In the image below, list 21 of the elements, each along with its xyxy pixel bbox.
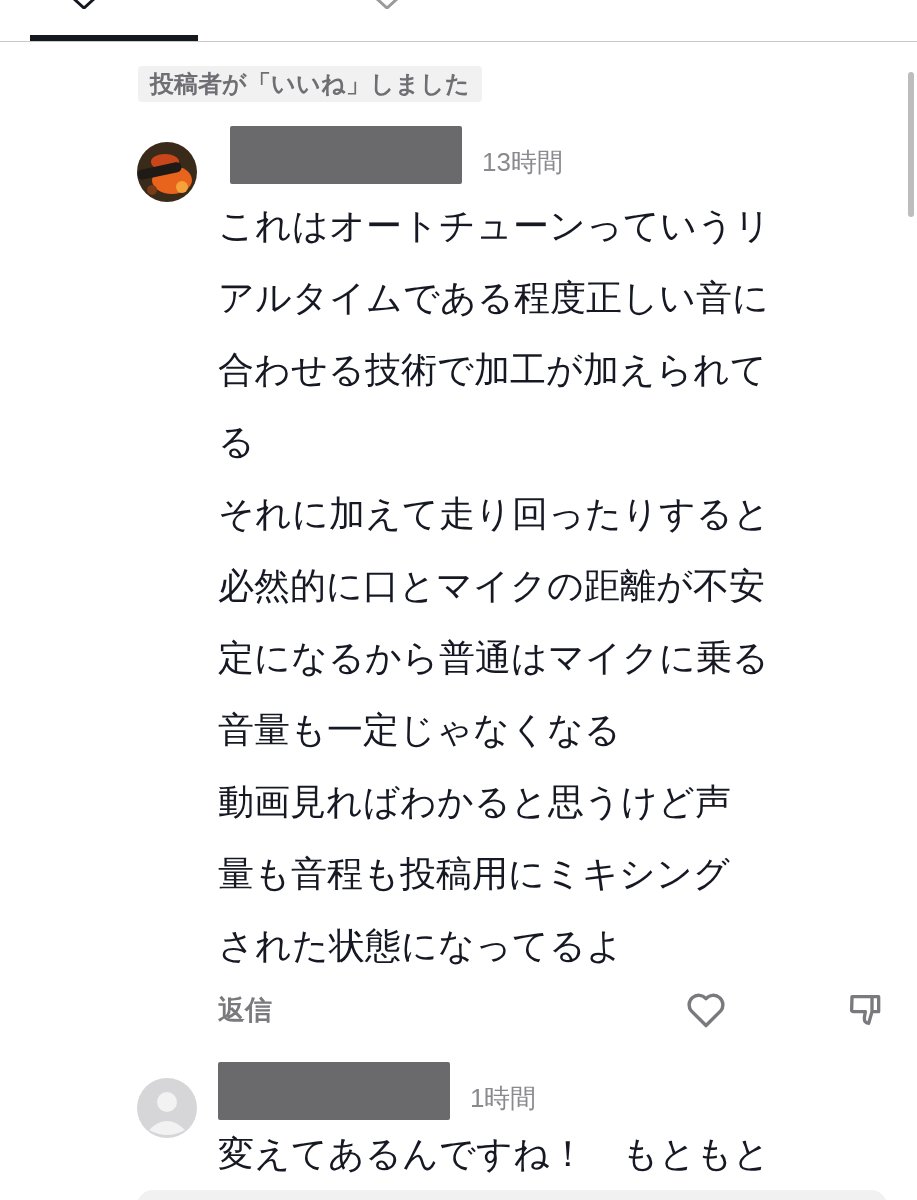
tab-icon	[375, 0, 399, 9]
comment-time: 13時間	[482, 145, 563, 179]
comment-text-line: された状態になってるよ	[218, 924, 624, 968]
comment-text-line: 変えてあるんですね！ もともと	[218, 1132, 771, 1176]
comment-text-line: 音量も一定じゃなくなる	[218, 708, 622, 752]
comment-text-line: 動画見ればわかると思うけど声	[218, 780, 732, 824]
tab[interactable]	[30, 0, 198, 41]
comment-text-line: アルタイムである程度正しい音に	[218, 276, 770, 320]
comment-time: 1時間	[470, 1081, 537, 1115]
comment-text-line: それに加えて走り回ったりすると	[218, 492, 771, 536]
creator-liked-label: 投稿者が「いいね」しました	[138, 66, 482, 102]
comment-text-line: 合わせる技術で加工が加えられて	[218, 348, 768, 392]
heart-icon[interactable]	[685, 991, 727, 1029]
reply-link[interactable]: 返信	[218, 989, 272, 1031]
comment-text-line: る	[218, 420, 256, 464]
comment-text-line: これはオートチューンっていうリ	[218, 204, 772, 248]
default-avatar-icon	[137, 1078, 197, 1138]
comment-text-line: 量も音程も投稿用にミキシング	[218, 852, 731, 896]
tab-icon	[72, 0, 96, 9]
comment-text-line: 定になるから普通はマイクに乗る	[218, 636, 770, 680]
comment-text-line: 必然的に口とマイクの距離が不安	[218, 564, 766, 608]
